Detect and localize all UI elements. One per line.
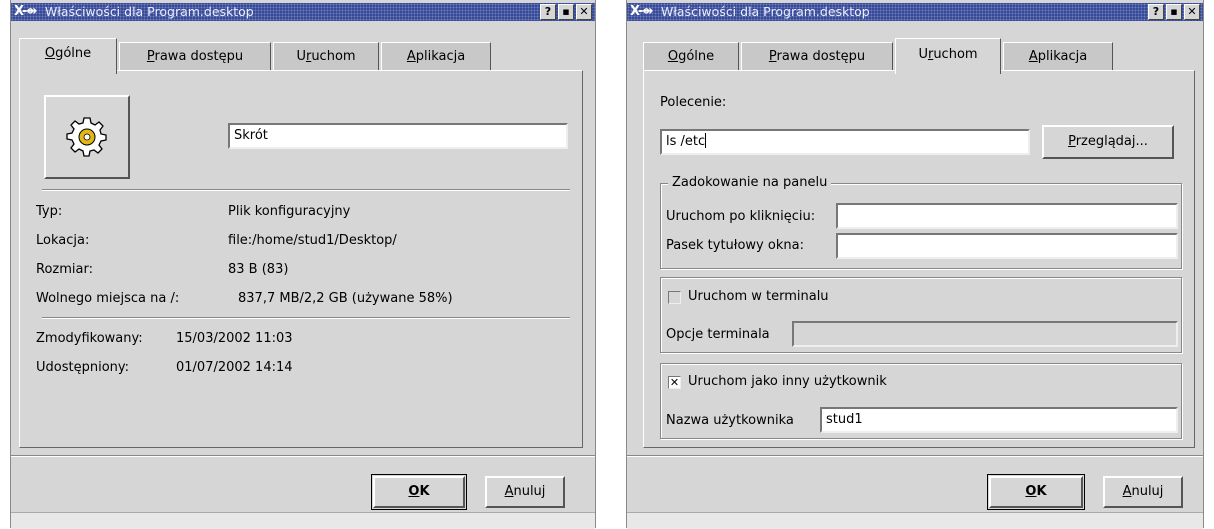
properties-window-general: X-⇴ Właściwości dla Program.desktop ? ▪ …: [10, 0, 596, 529]
cancel-button[interactable]: Anuluj: [485, 476, 565, 508]
ok-button[interactable]: OK: [987, 474, 1085, 510]
command-label: Polecenie:: [660, 95, 727, 110]
tab-permissions[interactable]: Prawa dostępu: [119, 42, 271, 70]
separator: [42, 317, 570, 319]
name-field[interactable]: Skrót: [228, 123, 568, 149]
window-bottom-border: [627, 512, 1203, 529]
location-label: Lokacja:: [36, 233, 90, 248]
window-title-label: Pasek tytułowy okna:: [666, 238, 804, 253]
window-menu-icon[interactable]: X-⇴: [14, 3, 37, 21]
gear-icon: [66, 117, 107, 157]
modified-value: 15/03/2002 11:03: [176, 331, 293, 346]
size-label: Rozmiar:: [36, 262, 93, 277]
properties-window-execute: X-⇴ Właściwości dla Program.desktop ? ▪ …: [626, 0, 1204, 529]
maximize-button[interactable]: ▪: [1166, 4, 1182, 20]
maximize-button[interactable]: ▪: [558, 4, 574, 20]
run-in-terminal-label: Uruchom w terminalu: [688, 289, 829, 304]
browse-button[interactable]: Przeglądaj...: [1042, 125, 1174, 159]
run-as-other-user-checkbox[interactable]: ✕: [668, 376, 681, 389]
modified-label: Zmodyfikowany:: [36, 331, 143, 346]
tab-application[interactable]: Aplikacja: [381, 42, 491, 70]
run-on-click-label: Uruchom po kliknięciu:: [666, 209, 816, 224]
general-tab-panel: Skrót Typ: Plik konfiguracyjny Lokacja: …: [19, 70, 583, 448]
tab-execute[interactable]: Uruchom: [895, 38, 1001, 74]
free-space-value: 837,7 MB/2,2 GB (używane 58%): [238, 291, 453, 306]
text-cursor: [705, 133, 707, 148]
execute-tab-panel: Polecenie: ls /etc Przeglądaj... Zadokow…: [643, 70, 1195, 448]
separator: [11, 455, 595, 457]
command-field[interactable]: ls /etc: [660, 129, 1030, 155]
type-value: Plik konfiguracyjny: [228, 204, 351, 219]
terminal-options-field[interactable]: [792, 321, 1178, 347]
type-label: Typ:: [36, 204, 63, 219]
title-bar[interactable]: X-⇴ Właściwości dla Program.desktop ? ▪ …: [11, 3, 595, 21]
username-field[interactable]: stud1: [820, 407, 1178, 433]
tab-execute[interactable]: Uruchom: [273, 42, 379, 70]
panel-embed-group-title: Zadokowanie na panelu: [668, 175, 832, 191]
window-title-field[interactable]: [836, 233, 1178, 259]
help-button[interactable]: ?: [540, 4, 556, 20]
username-label: Nazwa użytkownika: [666, 413, 794, 428]
run-on-click-field[interactable]: [836, 203, 1178, 229]
ok-button[interactable]: OK: [371, 474, 467, 510]
window-bottom-border: [11, 512, 595, 529]
window-title: Właściwości dla Program.desktop: [45, 4, 254, 19]
help-button[interactable]: ?: [1148, 4, 1164, 20]
separator: [627, 455, 1203, 457]
title-bar[interactable]: X-⇴ Właściwości dla Program.desktop ? ▪ …: [627, 3, 1203, 21]
tab-general[interactable]: Ogólne: [19, 38, 117, 74]
run-as-other-user-label: Uruchom jako inny użytkownik: [688, 374, 887, 389]
file-icon-button[interactable]: [44, 95, 130, 179]
terminal-options-label: Opcje terminala: [666, 327, 770, 342]
tab-permissions[interactable]: Prawa dostępu: [741, 42, 893, 70]
accessed-value: 01/07/2002 14:14: [176, 360, 293, 375]
tab-application[interactable]: Aplikacja: [1003, 42, 1113, 70]
window-title: Właściwości dla Program.desktop: [661, 4, 870, 19]
size-value: 83 B (83): [228, 262, 289, 277]
free-space-label: Wolnego miejsca na /:: [36, 291, 180, 306]
close-button[interactable]: ✕: [1184, 4, 1200, 20]
separator: [42, 189, 570, 191]
tab-general[interactable]: Ogólne: [643, 42, 739, 70]
run-in-terminal-checkbox[interactable]: [668, 291, 681, 304]
cancel-button[interactable]: Anuluj: [1103, 476, 1183, 508]
location-value: file:/home/stud1/Desktop/: [228, 233, 397, 248]
close-button[interactable]: ✕: [576, 4, 592, 20]
accessed-label: Udostępniony:: [36, 360, 130, 375]
window-menu-icon[interactable]: X-⇴: [630, 3, 653, 21]
